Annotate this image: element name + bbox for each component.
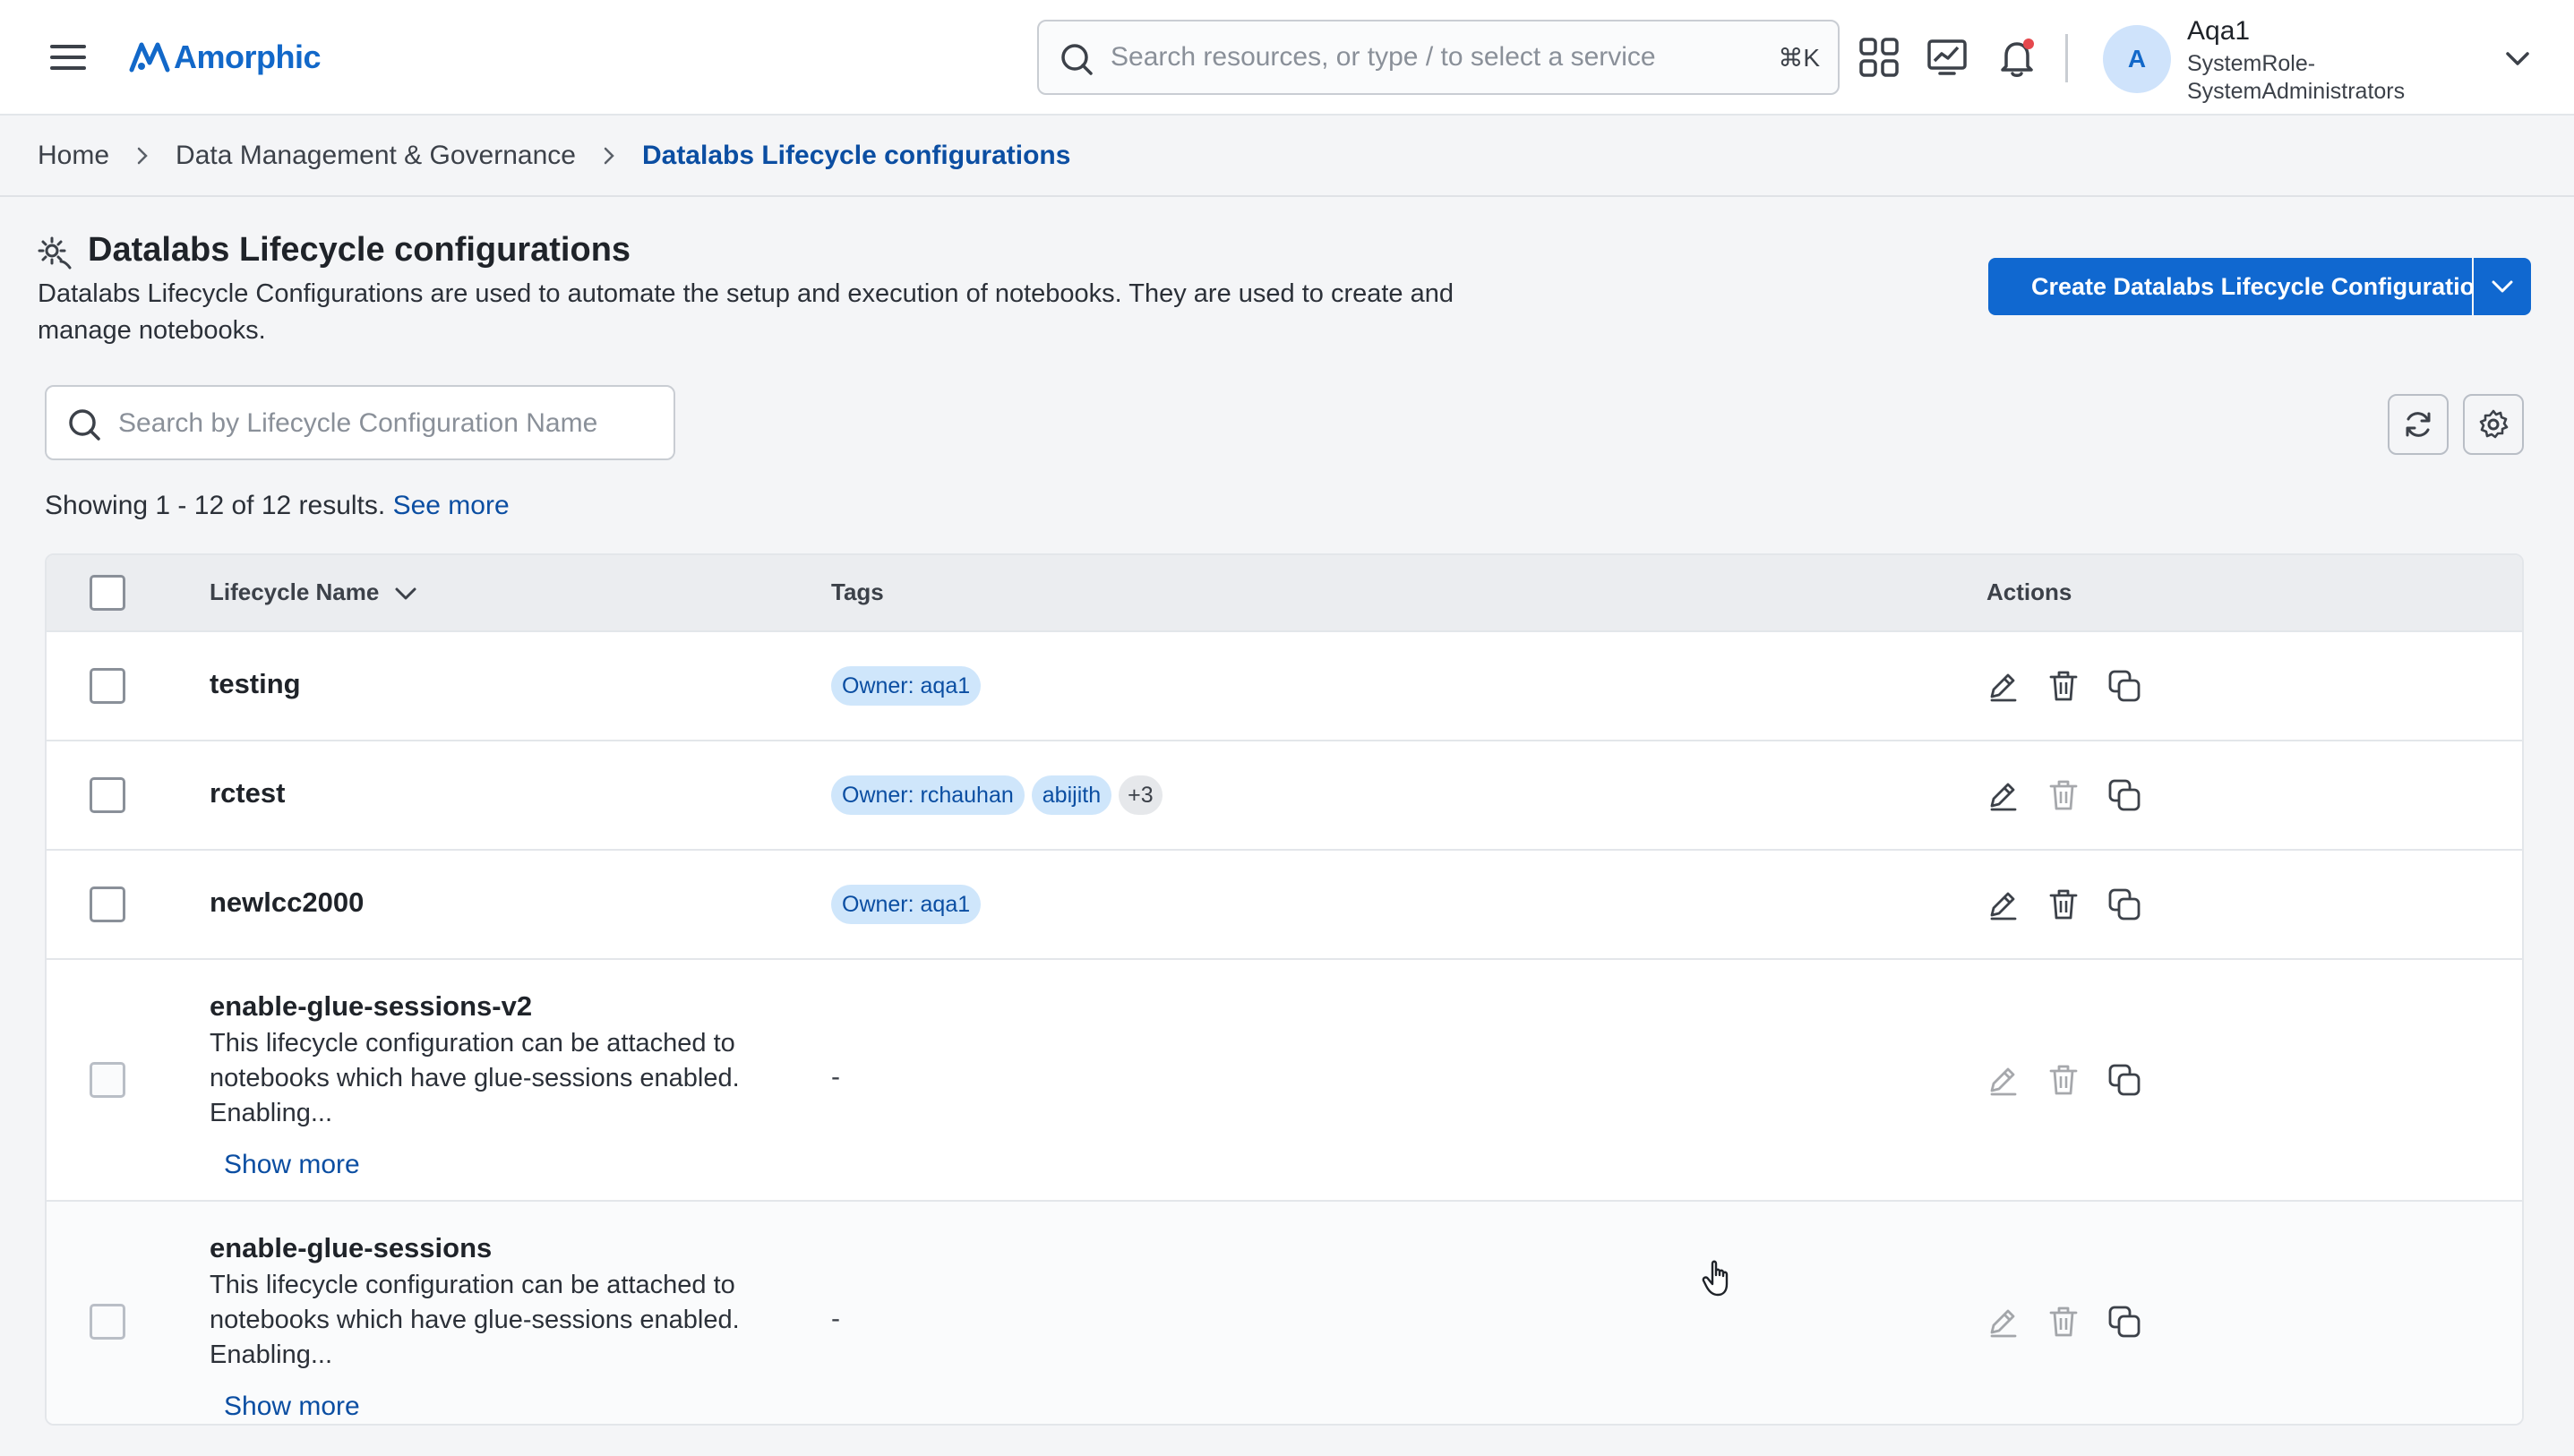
show-more-link[interactable]: Show more	[224, 1392, 360, 1422]
create-options-dropdown-button[interactable]	[2474, 258, 2531, 315]
clone-icon[interactable]	[2106, 777, 2142, 813]
user-name[interactable]: Aqa1	[2187, 16, 2250, 47]
breadcrumb: Home Data Management & Governance Datala…	[38, 136, 1070, 176]
more-tags-badge[interactable]: +3	[1119, 775, 1163, 815]
delete-icon[interactable]	[2046, 1304, 2081, 1340]
clone-icon[interactable]	[2106, 886, 2142, 922]
lifecycle-name[interactable]: enable-glue-sessions	[210, 1232, 492, 1264]
lifecycle-name[interactable]: testing	[210, 668, 301, 700]
app-logo[interactable]: Amorphic	[129, 32, 322, 82]
chevron-right-icon	[137, 147, 148, 165]
chevron-down-icon[interactable]	[2502, 45, 2533, 72]
row-checkbox[interactable]	[90, 1062, 125, 1098]
logo-text: Amorphic	[174, 39, 322, 75]
refresh-button[interactable]	[2388, 394, 2449, 455]
tags-empty: -	[831, 1062, 840, 1092]
lifecycle-name[interactable]: enable-glue-sessions-v2	[210, 990, 532, 1023]
delete-icon[interactable]	[2046, 886, 2081, 922]
lifecycle-config-icon	[38, 236, 72, 270]
column-label: Lifecycle Name	[210, 578, 380, 605]
global-search-input[interactable]	[1111, 36, 1729, 79]
tag-chip: Owner: rchauhan	[831, 775, 1025, 815]
apps-grid-icon[interactable]	[1858, 36, 1900, 79]
table-row: rctest Owner: rchauhan abijith +3	[47, 740, 2522, 849]
lifecycle-search-input[interactable]	[118, 403, 656, 444]
table-row: enable-glue-sessions-v2 This lifecycle c…	[47, 958, 2522, 1200]
lifecycle-search-box[interactable]	[45, 385, 675, 460]
clone-icon[interactable]	[2106, 668, 2142, 704]
column-header-actions: Actions	[1986, 578, 2072, 605]
search-icon	[69, 409, 100, 441]
refresh-icon	[2406, 412, 2431, 437]
header-divider	[2065, 34, 2068, 82]
column-header-tags: Tags	[831, 578, 884, 605]
notification-bell-icon[interactable]	[1995, 36, 2038, 79]
create-button-label: Create Datalabs Lifecycle Configuration	[2031, 272, 2490, 300]
clone-icon[interactable]	[2106, 1304, 2142, 1340]
select-all-checkbox[interactable]	[90, 575, 125, 611]
chevron-right-icon	[604, 147, 614, 165]
sort-chevron-icon[interactable]	[393, 585, 418, 603]
edit-icon[interactable]	[1985, 777, 2021, 813]
column-header-lifecycle-name[interactable]: Lifecycle Name	[210, 578, 418, 606]
row-checkbox[interactable]	[90, 886, 125, 922]
edit-icon[interactable]	[1985, 886, 2021, 922]
tags-empty: -	[831, 1304, 840, 1333]
table-header: Lifecycle Name Tags Actions	[47, 555, 2522, 630]
gear-icon	[2479, 409, 2509, 439]
delete-icon[interactable]	[2046, 1062, 2081, 1098]
lifecycle-name[interactable]: newlcc2000	[210, 886, 364, 919]
breadcrumb-data-management[interactable]: Data Management & Governance	[176, 141, 576, 171]
breadcrumb-current: Datalabs Lifecycle configurations	[641, 141, 1071, 170]
page-description: Datalabs Lifecycle Configurations are us…	[38, 279, 1454, 345]
global-search-box[interactable]: ⌘K	[1037, 20, 1840, 95]
user-role: SystemRole-SystemAdministrators	[2187, 51, 2406, 104]
hand-cursor-icon	[1702, 1260, 1729, 1297]
results-count-text: Showing 1 - 12 of 12 results.	[45, 491, 386, 520]
edit-icon[interactable]	[1985, 1304, 2021, 1340]
tags-list: Owner: aqa1	[831, 885, 982, 924]
edit-icon[interactable]	[1985, 1062, 2021, 1098]
tags-list: Owner: rchauhan abijith +3	[831, 775, 1163, 815]
delete-icon[interactable]	[2046, 777, 2081, 813]
analytics-chart-icon[interactable]	[1926, 36, 1969, 79]
lifecycle-description: This lifecycle configuration can be atta…	[210, 1029, 740, 1127]
table-row: newlcc2000 Owner: aqa1	[47, 849, 2522, 958]
see-more-link[interactable]: See more	[393, 491, 510, 520]
breadcrumb-divider	[0, 195, 2574, 197]
results-summary: Showing 1 - 12 of 12 results. See more	[45, 491, 510, 521]
menu-icon[interactable]	[50, 42, 90, 73]
create-lifecycle-config-button[interactable]: Create Datalabs Lifecycle Configuration	[1988, 258, 2490, 315]
delete-icon[interactable]	[2046, 668, 2081, 704]
breadcrumb-home[interactable]: Home	[38, 141, 109, 171]
table-settings-button[interactable]	[2463, 394, 2524, 455]
chevron-down-icon	[2492, 280, 2513, 293]
amorphic-logo-icon	[129, 42, 170, 73]
tags-list: Owner: aqa1	[831, 666, 982, 706]
lifecycle-description: This lifecycle configuration can be atta…	[210, 1271, 740, 1369]
table-row: testing Owner: aqa1	[47, 630, 2522, 740]
row-checkbox[interactable]	[90, 777, 125, 813]
lifecycle-table: Lifecycle Name Tags Actions testing Owne…	[45, 553, 2524, 1426]
page-title: Datalabs Lifecycle configurations	[88, 231, 631, 269]
lifecycle-name[interactable]: rctest	[210, 777, 285, 809]
avatar[interactable]: A	[2103, 25, 2171, 93]
tag-chip: Owner: aqa1	[831, 666, 982, 706]
row-checkbox[interactable]	[90, 1304, 125, 1340]
tag-chip: abijith	[1031, 775, 1112, 815]
table-row: enable-glue-sessions This lifecycle conf…	[47, 1200, 2522, 1424]
clone-icon[interactable]	[2106, 1062, 2142, 1098]
tag-chip: Owner: aqa1	[831, 885, 982, 924]
search-icon	[1061, 44, 1093, 75]
edit-icon[interactable]	[1985, 668, 2021, 704]
show-more-link[interactable]: Show more	[224, 1150, 360, 1180]
search-shortcut-hint: ⌘K	[1778, 44, 1820, 72]
top-header: Amorphic ⌘K A Aqa1 SystemRole-SystemAdmi…	[0, 0, 2574, 116]
row-checkbox[interactable]	[90, 668, 125, 704]
